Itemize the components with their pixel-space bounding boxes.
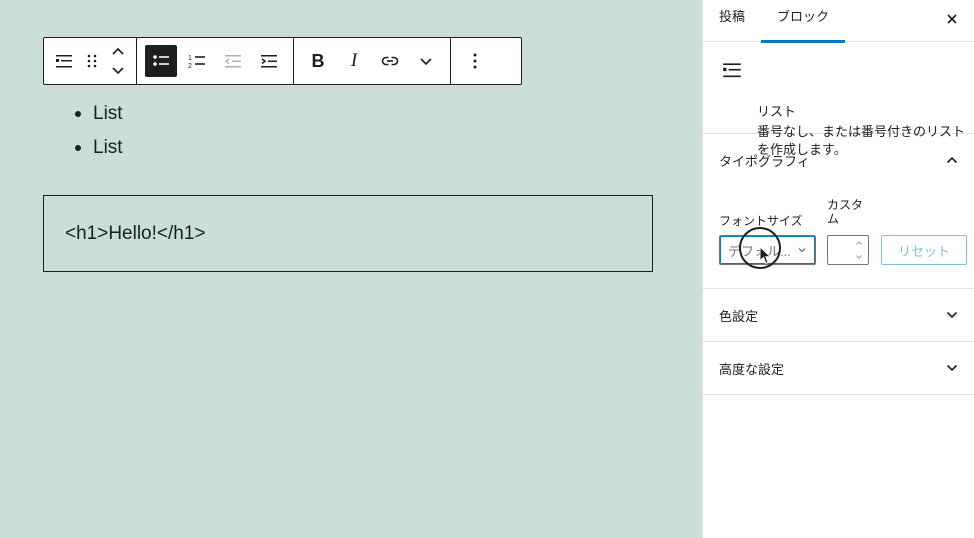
link-icon (381, 56, 399, 66)
ordered-list-icon: 1 2 (188, 55, 205, 70)
more-chevron-icon (420, 58, 432, 66)
spin-down-icon (856, 255, 862, 259)
html-block-text: <h1>Hello!</h1> (65, 222, 206, 244)
tab-post[interactable]: 投稿 (703, 0, 761, 42)
toolbar-group-options (451, 38, 499, 84)
typography-panel-title: タイポグラフィ (719, 153, 810, 169)
block-options-button[interactable] (457, 43, 493, 79)
toolbar-group-list: 1 2 (137, 38, 294, 84)
move-down-button[interactable] (106, 61, 130, 79)
svg-text:1: 1 (188, 55, 192, 62)
typography-panel: タイポグラフィ フォントサイズ カスタム デフォル... リセット (703, 134, 974, 289)
chevron-down-icon (946, 309, 958, 321)
move-up-button[interactable] (106, 43, 130, 61)
drag-handle-button[interactable] (78, 43, 106, 79)
font-size-select-value: デフォル... (728, 243, 791, 259)
indent-button[interactable] (251, 43, 287, 79)
tab-block[interactable]: ブロック (761, 0, 846, 43)
block-type-button[interactable] (50, 43, 78, 79)
block-card-title: リスト (757, 104, 797, 119)
advanced-panel-toggle[interactable]: 高度な設定 (703, 342, 974, 394)
typography-panel-body: フォントサイズ カスタム デフォル... リセット (703, 186, 974, 288)
italic-button[interactable]: I (336, 43, 372, 79)
list-block-icon (56, 55, 72, 68)
advanced-panel-title: 高度な設定 (719, 361, 785, 377)
bold-icon: B (311, 50, 325, 71)
settings-sidebar: 投稿 ブロック リスト 番号なし、または番号付きのリストを作成します。 タイポグ… (702, 0, 974, 538)
editor-canvas: 1 2 B I List List <h1>Hello!</h1> (0, 0, 702, 538)
color-panel-title: 色設定 (719, 308, 759, 324)
drag-handle-icon (87, 54, 97, 68)
svg-text:2: 2 (188, 63, 192, 70)
move-up-icon (112, 47, 124, 55)
list-block-icon (723, 63, 741, 78)
ordered-list-button[interactable]: 1 2 (179, 43, 215, 79)
sidebar-tabs: 投稿 ブロック (703, 0, 974, 43)
unordered-list-button[interactable] (145, 45, 177, 77)
chevron-down-icon (798, 248, 806, 253)
options-icon (473, 53, 477, 69)
list-item[interactable]: List (75, 101, 123, 135)
custom-size-label: カスタム (827, 198, 864, 226)
reset-button[interactable]: リセット (881, 235, 967, 265)
italic-icon: I (350, 50, 358, 71)
chevron-up-icon (946, 154, 958, 166)
block-toolbar: 1 2 B I (43, 37, 522, 85)
outdent-icon (224, 55, 241, 68)
list-block[interactable]: List List (75, 101, 123, 169)
advanced-panel: 高度な設定 (703, 342, 974, 395)
move-down-icon (112, 67, 124, 75)
link-button[interactable] (372, 43, 408, 79)
html-block[interactable]: <h1>Hello!</h1> (43, 195, 653, 272)
number-spinner[interactable] (855, 240, 863, 260)
color-panel: 色設定 (703, 289, 974, 342)
block-mover (106, 41, 130, 81)
outdent-button[interactable] (215, 43, 251, 79)
close-sidebar-button[interactable] (942, 9, 962, 29)
unordered-list-icon (153, 55, 169, 66)
bold-button[interactable]: B (300, 43, 336, 79)
color-panel-toggle[interactable]: 色設定 (703, 289, 974, 341)
more-formats-button[interactable] (408, 43, 444, 79)
indent-icon (261, 55, 277, 68)
chevron-down-icon (946, 362, 958, 374)
custom-size-input[interactable] (827, 235, 869, 265)
block-card: リスト 番号なし、または番号付きのリストを作成します。 (703, 42, 974, 157)
close-icon (947, 14, 957, 24)
list-item[interactable]: List (75, 135, 123, 169)
font-size-label: フォントサイズ (719, 214, 803, 228)
toolbar-group-format: B I (294, 38, 451, 84)
toolbar-group-block (44, 38, 137, 84)
typography-panel-toggle[interactable]: タイポグラフィ (703, 134, 974, 186)
font-size-select[interactable]: デフォル... (719, 235, 816, 265)
spin-up-icon (856, 241, 862, 245)
